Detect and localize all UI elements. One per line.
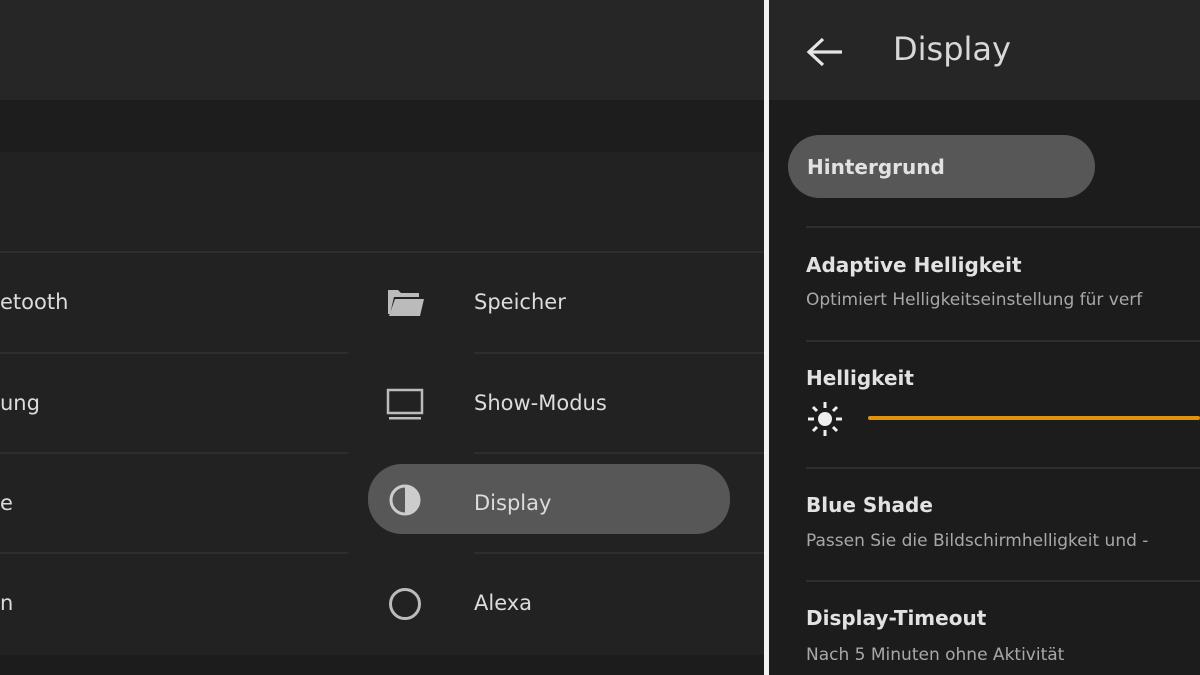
divider	[0, 552, 348, 554]
hintergrund-button[interactable]: Hintergrund	[788, 135, 1095, 198]
settings-panel: etooth ung e n Speicher Show-Modus Displ…	[0, 0, 764, 675]
settings-item-show-modus[interactable]: Show-Modus	[368, 353, 730, 453]
settings-item-bluetooth[interactable]: etooth	[0, 290, 68, 314]
settings-item-display[interactable]: Display	[368, 464, 730, 534]
divider	[0, 452, 348, 454]
settings-item-label: Display	[474, 491, 552, 515]
settings-item-left-2[interactable]: ung	[0, 391, 40, 415]
setting-helligkeit: Helligkeit	[806, 342, 1200, 468]
sun-icon	[808, 402, 842, 436]
bottom-bar	[0, 655, 764, 675]
setting-subtitle: Passen Sie die Bildschirmhelligkeit und …	[806, 531, 1149, 551]
alexa-ring-icon	[389, 588, 421, 620]
setting-subtitle: Nach 5 Minuten ohne Aktivität	[806, 645, 1065, 665]
folder-icon	[388, 290, 424, 316]
settings-item-label: Alexa	[474, 591, 533, 615]
settings-item-label: Show-Modus	[474, 391, 607, 415]
settings-item-alexa[interactable]: Alexa	[368, 553, 730, 653]
top-bar	[0, 0, 764, 100]
settings-item-left-4[interactable]: n	[0, 591, 13, 615]
setting-blue-shade[interactable]: Blue Shade Passen Sie die Bildschirmhell…	[806, 469, 1200, 581]
setting-title: Blue Shade	[806, 493, 933, 517]
display-panel: Display Hintergrund Adaptive Helligkeit …	[769, 0, 1200, 675]
setting-display-timeout[interactable]: Display-Timeout Nach 5 Minuten ohne Akti…	[806, 582, 1200, 675]
setting-subtitle: Optimiert Helligkeitseinstellung für ver…	[806, 290, 1143, 310]
settings-item-speicher[interactable]: Speicher	[368, 252, 730, 352]
arrow-left-icon[interactable]	[805, 36, 845, 68]
settings-item-left-3[interactable]: e	[0, 491, 13, 515]
contrast-icon	[389, 484, 421, 516]
settings-item-label: Speicher	[474, 290, 566, 314]
setting-title: Adaptive Helligkeit	[806, 253, 1022, 277]
setting-adaptive-helligkeit[interactable]: Adaptive Helligkeit Optimiert Helligkeit…	[806, 228, 1200, 340]
display-header: Display	[769, 0, 1200, 100]
hintergrund-label: Hintergrund	[807, 155, 945, 179]
header-band	[0, 100, 764, 152]
page-title: Display	[893, 30, 1011, 68]
divider	[0, 352, 348, 354]
brightness-slider[interactable]	[868, 416, 1200, 420]
setting-title: Display-Timeout	[806, 606, 987, 630]
setting-title: Helligkeit	[806, 366, 914, 390]
monitor-icon	[386, 388, 424, 420]
